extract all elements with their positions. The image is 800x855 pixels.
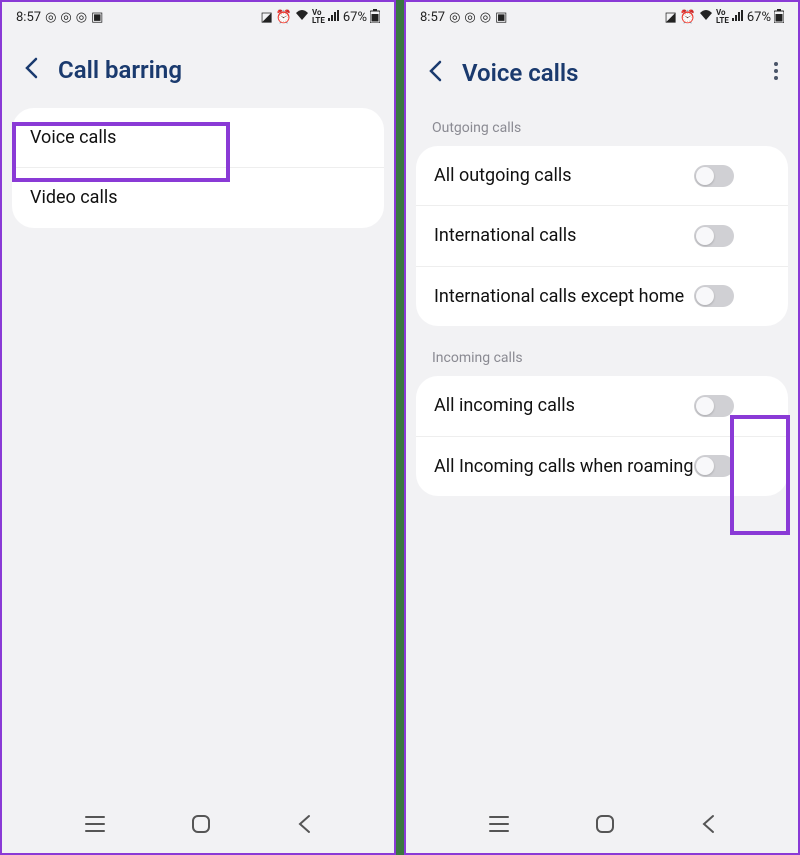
all-outgoing-row[interactable]: All outgoing calls — [416, 146, 788, 206]
status-time: 8:57 — [420, 10, 445, 25]
all-incoming-roaming-toggle[interactable] — [694, 455, 734, 477]
outgoing-card: All outgoing calls International calls I… — [416, 146, 788, 326]
instagram-icon: ◎ — [45, 11, 56, 24]
wifi-icon — [699, 10, 713, 24]
phone-right: 8:57 ◎ ◎ ◎ ▣ ◪ ⏰ VoLTE 67% Voice calls — [404, 0, 800, 855]
back-icon[interactable] — [24, 57, 38, 83]
alarm-icon: ⏰ — [276, 11, 292, 24]
outgoing-section-label: Outgoing calls — [406, 114, 798, 146]
all-incoming-toggle[interactable] — [694, 395, 734, 417]
battery-icon — [774, 9, 784, 26]
battery-percent: 67% — [747, 10, 771, 25]
alarm-icon: ⏰ — [680, 11, 696, 24]
back-button[interactable] — [297, 814, 311, 838]
call-type-card: Voice calls Video calls — [12, 108, 384, 228]
row-label: All incoming calls — [434, 394, 694, 417]
back-button[interactable] — [701, 814, 715, 838]
instagram-icon: ◎ — [60, 11, 71, 24]
nav-bar — [2, 805, 394, 853]
page-title: Voice calls — [462, 59, 578, 87]
header: Voice calls — [406, 32, 798, 114]
signal-icon — [328, 10, 340, 24]
international-row[interactable]: International calls — [416, 206, 788, 266]
status-bar: 8:57 ◎ ◎ ◎ ▣ ◪ ⏰ VoLTE 67% — [406, 2, 798, 32]
row-label: Voice calls — [30, 126, 290, 149]
row-label: All outgoing calls — [434, 164, 694, 187]
image-icon: ▣ — [91, 11, 103, 24]
signal-icon — [732, 10, 744, 24]
lte-icon: VoLTE — [312, 9, 325, 25]
nfc-icon: ◪ — [260, 11, 272, 24]
international-toggle[interactable] — [694, 225, 734, 247]
recents-button[interactable] — [85, 816, 105, 836]
video-calls-row[interactable]: Video calls — [12, 168, 384, 227]
recents-button[interactable] — [489, 816, 509, 836]
all-outgoing-toggle[interactable] — [694, 165, 734, 187]
instagram-icon: ◎ — [449, 11, 460, 24]
page-title: Call barring — [58, 56, 182, 84]
wifi-icon — [295, 10, 309, 24]
home-button[interactable] — [595, 814, 615, 838]
instagram-icon: ◎ — [480, 11, 491, 24]
battery-icon — [370, 9, 380, 26]
instagram-icon: ◎ — [464, 11, 475, 24]
home-button[interactable] — [191, 814, 211, 838]
more-options-icon[interactable] — [770, 56, 782, 90]
nfc-icon: ◪ — [664, 11, 676, 24]
incoming-card: All incoming calls All Incoming calls wh… — [416, 376, 788, 496]
international-except-home-toggle[interactable] — [694, 285, 734, 307]
all-incoming-row[interactable]: All incoming calls — [416, 376, 788, 436]
row-label: International calls except home — [434, 285, 694, 308]
image-icon: ▣ — [495, 11, 507, 24]
nav-bar — [406, 805, 798, 853]
instagram-icon: ◎ — [76, 11, 87, 24]
lte-icon: VoLTE — [716, 9, 729, 25]
status-time: 8:57 — [16, 10, 41, 25]
all-incoming-roaming-row[interactable]: All Incoming calls when roaming — [416, 437, 788, 496]
header: Call barring — [2, 32, 394, 108]
international-except-home-row[interactable]: International calls except home — [416, 267, 788, 326]
row-label: All Incoming calls when roaming — [434, 455, 694, 478]
status-bar: 8:57 ◎ ◎ ◎ ▣ ◪ ⏰ VoLTE 67% — [2, 2, 394, 32]
row-label: International calls — [434, 224, 694, 247]
voice-calls-row[interactable]: Voice calls — [12, 108, 384, 168]
battery-percent: 67% — [343, 10, 367, 25]
row-label: Video calls — [30, 186, 290, 209]
incoming-section-label: Incoming calls — [406, 344, 798, 376]
back-icon[interactable] — [428, 60, 442, 86]
phone-left: 8:57 ◎ ◎ ◎ ▣ ◪ ⏰ VoLTE 67% Call barring — [0, 0, 396, 855]
